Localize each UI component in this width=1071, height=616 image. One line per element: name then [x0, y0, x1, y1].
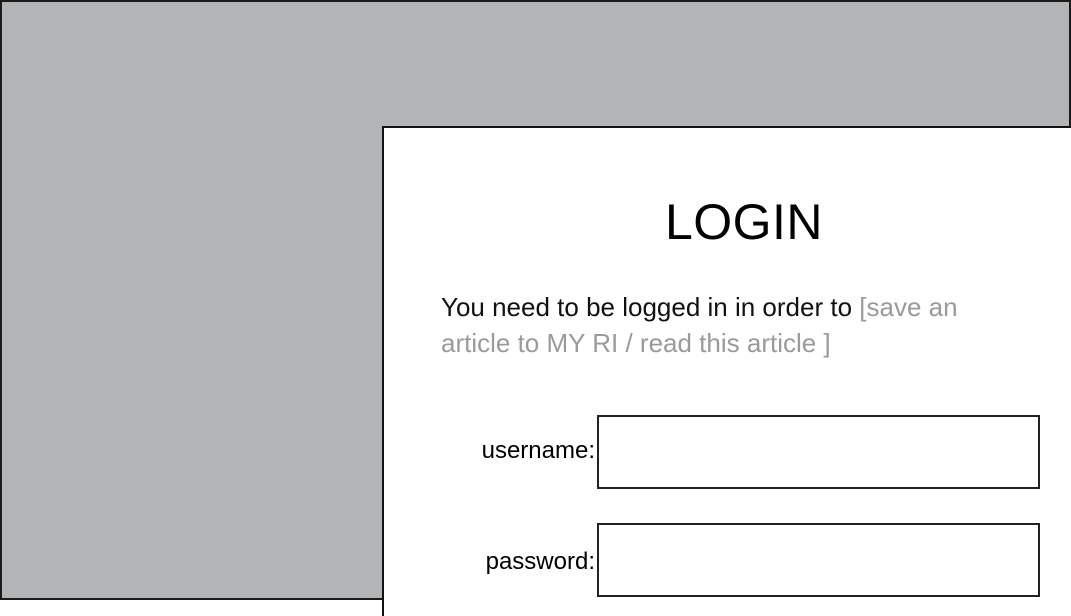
username-input[interactable] [597, 415, 1040, 489]
login-message-text: You need to be logged in in order to [441, 292, 860, 322]
login-dialog: LOGIN You need to be logged in in order … [382, 126, 1071, 616]
login-message: You need to be logged in in order to [sa… [441, 289, 1071, 361]
username-label: username: [481, 437, 595, 464]
login-title: LOGIN [664, 194, 824, 250]
login-message-placeholder-start: [save an [859, 292, 958, 322]
password-label: password: [485, 548, 595, 575]
login-message-line-1: You need to be logged in in order to [sa… [441, 289, 1071, 325]
login-message-placeholder-end: article to MY RI / read this article ] [441, 328, 831, 358]
password-input[interactable] [597, 523, 1040, 597]
